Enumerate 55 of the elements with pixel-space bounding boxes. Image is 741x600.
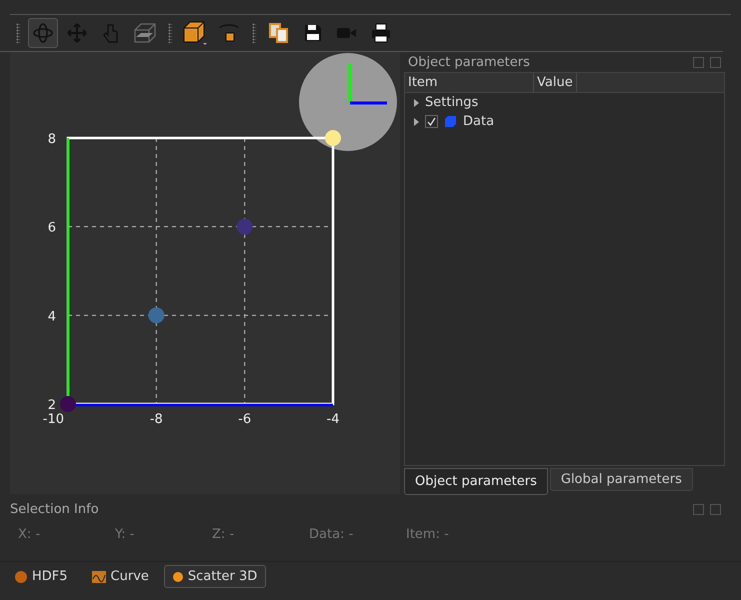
hand-icon [102, 23, 120, 43]
panel-title: Selection Info [10, 502, 99, 516]
x-tick-label: -6 [238, 412, 252, 427]
expand-arrow-icon[interactable] [413, 98, 419, 106]
axes-orientation-widget[interactable] [299, 53, 397, 151]
panel-tab[interactable]: Global parameters [550, 468, 693, 491]
float-button[interactable] [693, 504, 704, 514]
data-point [236, 218, 253, 235]
move-icon [67, 23, 87, 43]
info-field: Data: - [309, 527, 406, 542]
y-tick-label: 4 [48, 309, 56, 324]
tree-item-label[interactable]: Data [463, 114, 494, 129]
info-field: X: - [18, 527, 115, 542]
rotate-icon [32, 22, 54, 44]
y-tick-label: 2 [48, 398, 56, 413]
toolbar-grip[interactable] [252, 23, 256, 43]
tree-view[interactable]: Item Value Settings Data [404, 72, 725, 466]
y-tick-label: 6 [48, 220, 56, 236]
column-header[interactable]: Value [534, 73, 577, 92]
float-button[interactable] [693, 56, 704, 68]
data-point [148, 307, 164, 324]
orbit-cube-icon [217, 22, 241, 44]
y-tick-label: 8 [48, 132, 56, 147]
toolbar-grip[interactable] [168, 23, 172, 43]
plot-canvas[interactable]: -8 -6 -4 2 4 6 8 -10 [10, 52, 400, 494]
info-field: Y: - [115, 527, 212, 542]
x-tick-label: -4 [326, 412, 340, 427]
view-tab[interactable]: HDF5 [6, 565, 77, 588]
dot-icon [172, 572, 183, 582]
cube-icon [182, 20, 208, 46]
expand-arrow-icon[interactable] [413, 118, 419, 126]
info-field: Z: - [212, 527, 309, 542]
view-tab[interactable]: Scatter 3D [164, 565, 266, 588]
data-point [60, 396, 76, 412]
data-point [325, 130, 341, 146]
info-field: Item: - [406, 527, 503, 542]
box-plane-icon [133, 22, 157, 44]
close-button[interactable] [710, 504, 721, 514]
column-header[interactable]: Item [405, 73, 534, 92]
close-button[interactable] [710, 56, 721, 68]
curve-icon [92, 570, 106, 582]
copy-icon [268, 22, 290, 44]
printer-icon [371, 23, 391, 43]
checkbox[interactable] [425, 115, 438, 128]
x-tick-label: -8 [150, 412, 163, 427]
panel-tab[interactable]: Object parameters [404, 468, 548, 495]
video-camera-icon [337, 26, 357, 40]
toolbar-grip[interactable] [16, 23, 20, 43]
tree-item-label[interactable]: Settings [425, 95, 478, 110]
rotate-tool-button[interactable] [28, 18, 58, 48]
hdf5-icon [15, 570, 27, 582]
x-tick-label: -10 [42, 412, 64, 427]
cube-icon [444, 115, 457, 128]
view-tab[interactable]: Curve [82, 565, 158, 588]
panel-title: Object parameters [408, 54, 530, 70]
